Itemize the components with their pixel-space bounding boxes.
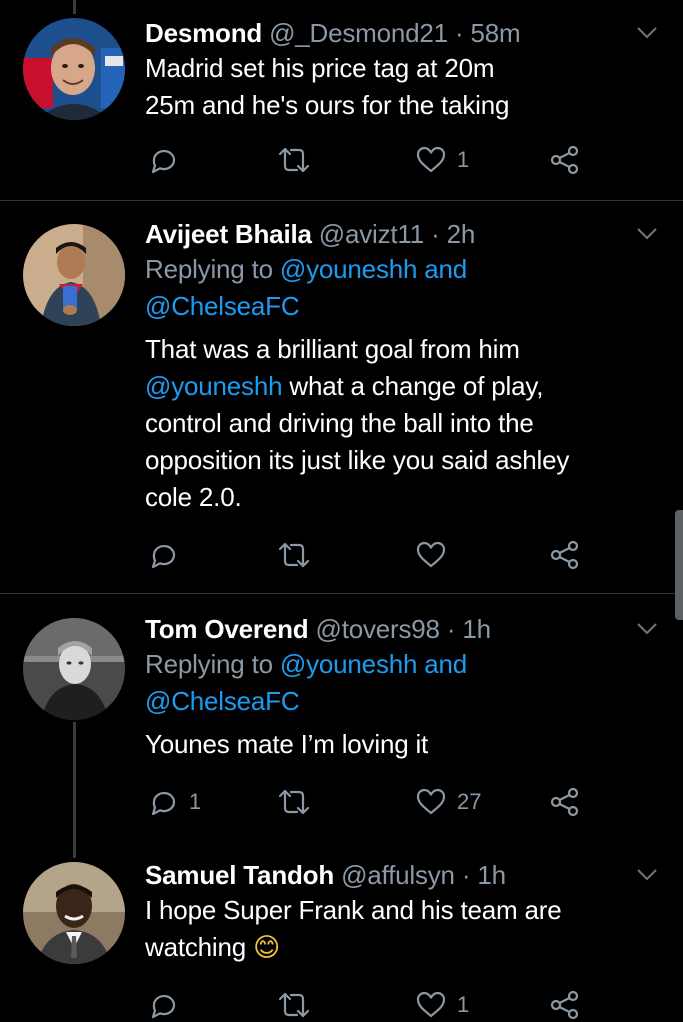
like-button[interactable]: 1 bbox=[415, 143, 469, 177]
tweet-text-line: 25m and he's ours for the taking bbox=[145, 90, 510, 120]
tweet-samuel[interactable]: Samuel Tandoh @affulsyn · 1h I hope Supe… bbox=[0, 848, 683, 1020]
chevron-down-icon[interactable] bbox=[636, 26, 658, 40]
timestamp[interactable]: 2h bbox=[447, 219, 476, 249]
avatar[interactable] bbox=[23, 18, 125, 120]
reply-mention-link[interactable]: @youneshh and bbox=[280, 254, 467, 284]
user-name[interactable]: Tom Overend bbox=[145, 614, 309, 644]
tweet-text-line: Madrid set his price tag at 20m bbox=[145, 53, 495, 83]
share-button[interactable] bbox=[549, 538, 581, 572]
timestamp[interactable]: 58m bbox=[470, 18, 520, 48]
avatar[interactable] bbox=[23, 224, 125, 326]
reply-mention-link[interactable]: @youneshh and bbox=[280, 649, 467, 679]
like-button[interactable] bbox=[415, 538, 447, 572]
reply-count: 1 bbox=[189, 789, 202, 814]
tweet-text-line: @youneshh what a change of play, bbox=[145, 368, 635, 405]
timestamp[interactable]: 1h bbox=[477, 860, 506, 890]
user-handle[interactable]: @_Desmond21 bbox=[269, 18, 448, 48]
reply-button[interactable] bbox=[147, 988, 179, 1022]
separator-dot: · bbox=[446, 614, 456, 644]
user-handle[interactable]: @avizt11 bbox=[319, 219, 424, 249]
like-count: 1 bbox=[457, 147, 470, 172]
retweet-icon bbox=[278, 542, 310, 568]
replying-to-label: Replying to bbox=[145, 254, 280, 284]
tweet-header: Samuel Tandoh @affulsyn · 1h bbox=[145, 858, 635, 892]
replying-to: Replying to @youneshh and @ChelseaFC bbox=[145, 646, 635, 720]
tweet-text-line: watching 😊 bbox=[145, 929, 635, 966]
tweet-text-line: opposition its just like you said ashley bbox=[145, 445, 570, 475]
reply-mention-link[interactable]: @ChelseaFC bbox=[145, 686, 300, 716]
tweet-tom[interactable]: Tom Overend @tovers98 · 1h Replying to @… bbox=[0, 594, 683, 848]
mention-link[interactable]: @youneshh bbox=[145, 371, 283, 401]
share-button[interactable] bbox=[549, 988, 581, 1022]
share-icon bbox=[550, 990, 579, 1020]
share-button[interactable] bbox=[549, 785, 581, 819]
like-button[interactable]: 27 bbox=[415, 785, 481, 819]
user-handle[interactable]: @tovers98 bbox=[316, 614, 441, 644]
share-icon bbox=[550, 145, 579, 175]
retweet-button[interactable] bbox=[277, 538, 311, 572]
like-count: 27 bbox=[457, 789, 482, 814]
retweet-button[interactable] bbox=[277, 143, 311, 177]
user-name[interactable]: Avijeet Bhaila bbox=[145, 219, 312, 249]
reply-button[interactable] bbox=[147, 143, 179, 177]
user-name[interactable]: Desmond bbox=[145, 18, 262, 48]
heart-icon bbox=[416, 541, 446, 568]
heart-icon bbox=[416, 788, 446, 815]
tweet-text-line: I hope Super Frank and his team are bbox=[145, 895, 562, 925]
heart-icon bbox=[416, 991, 446, 1018]
tweet-text-line: Younes mate I’m loving it bbox=[145, 729, 429, 759]
reply-icon bbox=[151, 544, 176, 569]
tweet-text-segment: what a change of play, bbox=[282, 371, 544, 401]
tweet-text: Madrid set his price tag at 20m 25m and … bbox=[145, 50, 635, 124]
tweet-header: Tom Overend @tovers98 · 1h bbox=[145, 612, 635, 646]
user-handle[interactable]: @affulsyn bbox=[341, 860, 455, 890]
heart-icon bbox=[416, 146, 446, 173]
chevron-down-icon[interactable] bbox=[636, 622, 658, 636]
replying-to-label: Replying to bbox=[145, 649, 280, 679]
reply-button[interactable]: 1 bbox=[147, 785, 201, 819]
retweet-icon bbox=[278, 992, 310, 1018]
like-count: 1 bbox=[457, 992, 470, 1017]
avatar[interactable] bbox=[23, 862, 125, 964]
share-button[interactable] bbox=[549, 143, 581, 177]
smiling-emoji: 😊 bbox=[253, 932, 280, 962]
tweet-text: Younes mate I’m loving it bbox=[145, 726, 635, 763]
tweet-avijeet[interactable]: Avijeet Bhaila @avizt11 · 2h Replying to… bbox=[0, 201, 683, 593]
share-icon bbox=[550, 787, 579, 817]
tweet-text: That was a brilliant goal from him @youn… bbox=[145, 331, 635, 516]
reply-icon bbox=[151, 149, 176, 174]
tweet-text-line: control and driving the ball into the bbox=[145, 408, 534, 438]
retweet-icon bbox=[278, 147, 310, 173]
separator-dot: · bbox=[461, 860, 471, 890]
retweet-button[interactable] bbox=[277, 785, 311, 819]
reply-button[interactable] bbox=[147, 538, 179, 572]
retweet-icon bbox=[278, 789, 310, 815]
reply-mention-link[interactable]: @ChelseaFC bbox=[145, 291, 300, 321]
tweet-text: I hope Super Frank and his team are watc… bbox=[145, 892, 635, 966]
replying-to: Replying to @youneshh and @ChelseaFC bbox=[145, 251, 635, 325]
share-icon bbox=[550, 540, 579, 570]
reply-icon bbox=[151, 791, 176, 816]
avatar[interactable] bbox=[23, 618, 125, 720]
tweet-header: Desmond @_Desmond21 · 58m bbox=[145, 16, 635, 50]
timestamp[interactable]: 1h bbox=[462, 614, 491, 644]
tweet-header: Avijeet Bhaila @avizt11 · 2h bbox=[145, 217, 635, 251]
like-button[interactable]: 1 bbox=[415, 988, 469, 1022]
chevron-down-icon[interactable] bbox=[636, 227, 658, 241]
reply-icon bbox=[151, 994, 176, 1019]
separator-dot: · bbox=[454, 18, 464, 48]
tweet-text-segment: watching bbox=[145, 932, 247, 962]
tweet-text-line: That was a brilliant goal from him bbox=[145, 334, 520, 364]
tweet-text-line: cole 2.0. bbox=[145, 482, 242, 512]
scrollbar-thumb[interactable] bbox=[675, 510, 683, 620]
separator-dot: · bbox=[431, 219, 440, 249]
chevron-down-icon[interactable] bbox=[636, 868, 658, 882]
user-name[interactable]: Samuel Tandoh bbox=[145, 860, 334, 890]
tweet-desmond[interactable]: Desmond @_Desmond21 · 58m Madrid set his… bbox=[0, 0, 683, 200]
retweet-button[interactable] bbox=[277, 988, 311, 1022]
